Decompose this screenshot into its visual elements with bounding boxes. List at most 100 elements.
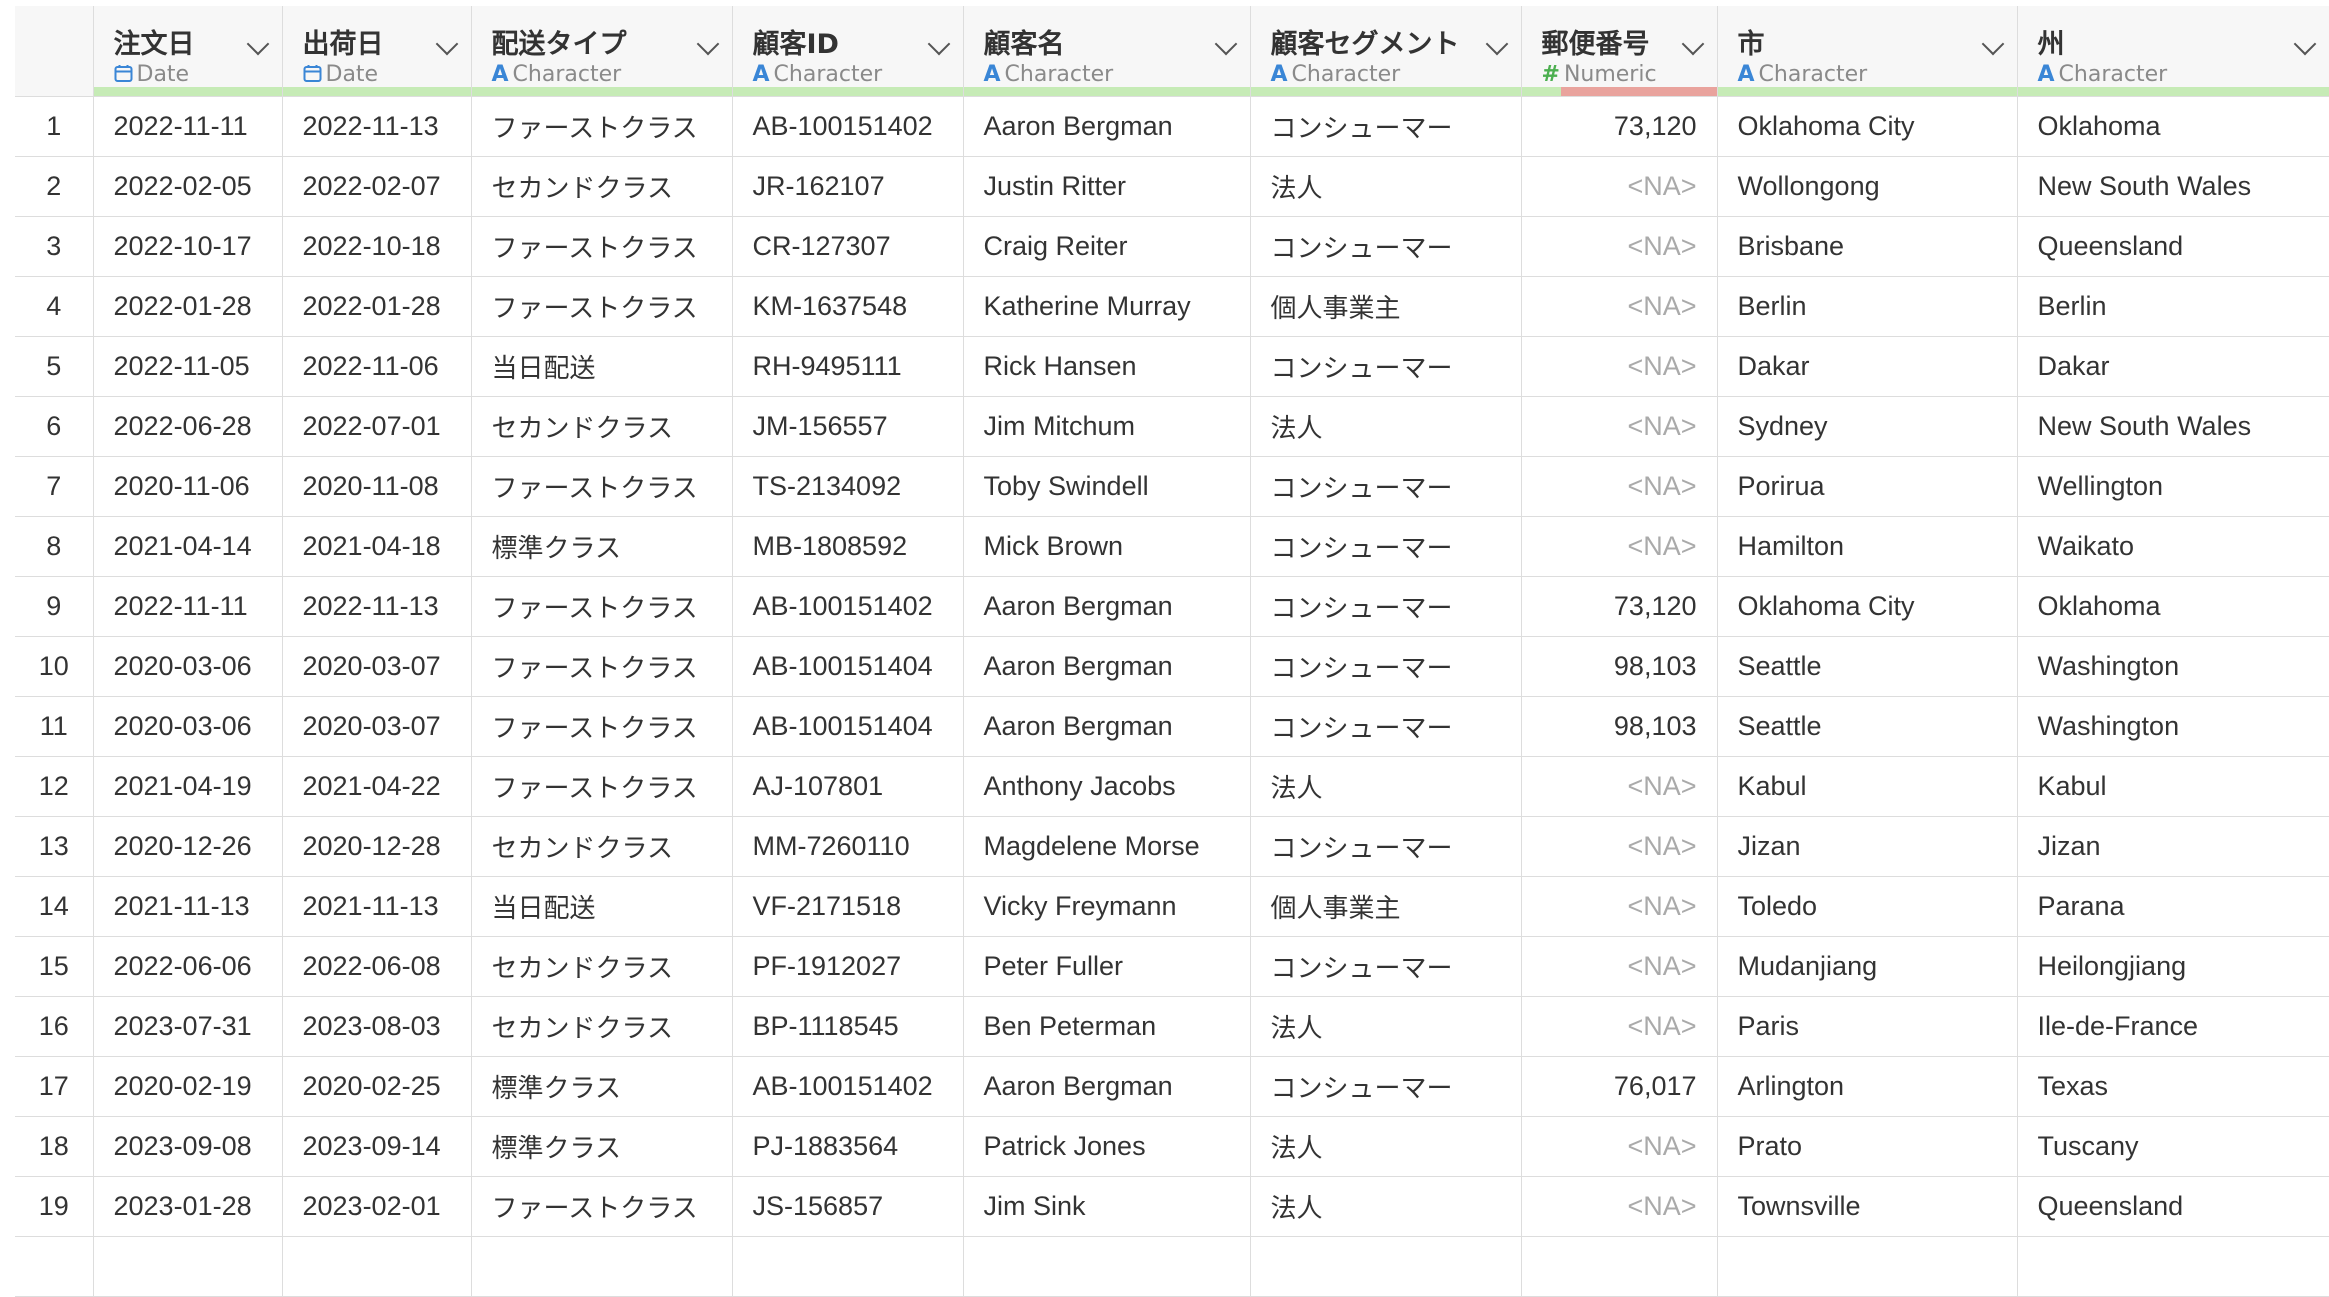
table-cell[interactable]: <NA> [1521, 996, 1718, 1057]
table-cell[interactable]: <NA> [1521, 1176, 1718, 1237]
table-cell[interactable]: 98,103 [1521, 696, 1718, 757]
table-row[interactable]: 6 2022-06-28 2022-07-01 セカンドクラス JM-156557 Jim… [15, 396, 2329, 457]
chevron-down-icon[interactable] [1981, 32, 2004, 56]
table-cell[interactable]: Queensland [2017, 1176, 2329, 1237]
table-cell[interactable]: MM-7260110 [732, 816, 964, 877]
table-row[interactable]: 13 2020-12-26 2020-12-28 セカンドクラス MM-7260110 M… [15, 816, 2329, 877]
table-cell[interactable]: Patrick Jones [963, 1116, 1251, 1177]
table-cell[interactable]: PF-1912027 [732, 936, 964, 997]
table-row[interactable]: 1 2022-11-11 2022-11-13 ファーストクラス AB-10015140… [15, 96, 2329, 157]
table-cell[interactable] [732, 1236, 964, 1297]
table-cell[interactable]: 2022-01-28 [282, 276, 472, 337]
table-cell[interactable]: Hamilton [1717, 516, 2018, 577]
table-cell[interactable]: 2022-11-11 [93, 96, 283, 157]
table-cell[interactable]: Magdelene Morse [963, 816, 1251, 877]
table-row[interactable]: 8 2021-04-14 2021-04-18 標準クラス MB-1808592 Mick… [15, 516, 2329, 577]
table-cell[interactable]: 73,120 [1521, 576, 1718, 637]
table-cell[interactable]: 2020-03-06 [93, 636, 283, 697]
table-cell[interactable]: 2023-09-14 [282, 1116, 472, 1177]
table-cell[interactable]: <NA> [1521, 1116, 1718, 1177]
table-cell[interactable]: 2022-06-08 [282, 936, 472, 997]
table-cell[interactable]: ファーストクラス [471, 276, 733, 337]
table-cell[interactable]: RH-9495111 [732, 336, 964, 397]
table-cell[interactable]: 2020-03-06 [93, 696, 283, 757]
table-cell[interactable]: VF-2171518 [732, 876, 964, 937]
table-cell[interactable]: 標準クラス [471, 516, 733, 577]
table-cell[interactable]: 2022-11-05 [93, 336, 283, 397]
table-cell[interactable]: Oklahoma [2017, 576, 2329, 637]
table-cell[interactable]: 2020-02-19 [93, 1056, 283, 1117]
chevron-down-icon[interactable] [1214, 32, 1237, 56]
table-cell[interactable]: <NA> [1521, 876, 1718, 937]
table-cell[interactable]: Toby Swindell [963, 456, 1251, 517]
table-row[interactable]: 3 2022-10-17 2022-10-18 ファーストクラス CR-127307 Cr… [15, 216, 2329, 277]
table-cell[interactable]: 2023-01-28 [93, 1176, 283, 1237]
table-cell[interactable]: Katherine Murray [963, 276, 1251, 337]
table-cell[interactable] [2017, 1236, 2329, 1297]
table-cell[interactable]: ファーストクラス [471, 636, 733, 697]
table-cell[interactable]: AB-100151404 [732, 696, 964, 757]
table-cell[interactable] [1717, 1236, 2018, 1297]
table-cell[interactable]: KM-1637548 [732, 276, 964, 337]
table-cell[interactable]: 当日配送 [471, 876, 733, 937]
table-cell[interactable]: Rick Hansen [963, 336, 1251, 397]
table-cell[interactable]: コンシューマー [1250, 816, 1522, 877]
table-cell[interactable]: Peter Fuller [963, 936, 1251, 997]
table-cell[interactable]: 2022-01-28 [93, 276, 283, 337]
table-row[interactable]: 17 2020-02-19 2020-02-25 標準クラス AB-100151402 A… [15, 1056, 2329, 1117]
table-cell[interactable]: 2023-08-03 [282, 996, 472, 1057]
table-cell[interactable]: <NA> [1521, 516, 1718, 577]
table-row[interactable]: 16 2023-07-31 2023-08-03 セカンドクラス BP-1118545 B… [15, 996, 2329, 1057]
table-cell[interactable]: コンシューマー [1250, 216, 1522, 277]
table-cell[interactable]: Seattle [1717, 696, 2018, 757]
table-cell[interactable]: 法人 [1250, 1176, 1522, 1237]
table-cell[interactable]: Parana [2017, 876, 2329, 937]
table-cell[interactable]: Heilongjiang [2017, 936, 2329, 997]
table-cell[interactable]: Mudanjiang [1717, 936, 2018, 997]
table-row[interactable]: 15 2022-06-06 2022-06-08 セカンドクラス PF-1912027 P… [15, 936, 2329, 997]
column-header[interactable]: 配送タイプ A Character [471, 6, 733, 97]
chevron-down-icon[interactable] [927, 32, 950, 56]
table-cell[interactable]: <NA> [1521, 336, 1718, 397]
table-cell[interactable] [282, 1236, 472, 1297]
table-cell[interactable]: 標準クラス [471, 1056, 733, 1117]
table-cell[interactable]: コンシューマー [1250, 696, 1522, 757]
table-cell[interactable]: ファーストクラス [471, 756, 733, 817]
chevron-down-icon[interactable] [1681, 32, 1704, 56]
table-cell[interactable]: Jim Mitchum [963, 396, 1251, 457]
table-cell[interactable]: ファーストクラス [471, 576, 733, 637]
table-cell[interactable]: <NA> [1521, 156, 1718, 217]
table-cell[interactable]: 2020-02-25 [282, 1056, 472, 1117]
table-cell[interactable]: 2021-04-14 [93, 516, 283, 577]
table-cell[interactable]: 2021-11-13 [93, 876, 283, 937]
table-cell[interactable]: 個人事業主 [1250, 876, 1522, 937]
table-cell[interactable]: JS-156857 [732, 1176, 964, 1237]
table-cell[interactable]: コンシューマー [1250, 636, 1522, 697]
table-cell[interactable]: Toledo [1717, 876, 2018, 937]
table-cell[interactable]: Waikato [2017, 516, 2329, 577]
table-cell[interactable]: New South Wales [2017, 156, 2329, 217]
table-cell[interactable]: Washington [2017, 696, 2329, 757]
table-row[interactable]: 9 2022-11-11 2022-11-13 ファーストクラス AB-10015140… [15, 576, 2329, 637]
table-cell[interactable]: Prato [1717, 1116, 2018, 1177]
table-cell[interactable]: Oklahoma [2017, 96, 2329, 157]
table-cell[interactable]: New South Wales [2017, 396, 2329, 457]
table-cell[interactable]: 2022-06-06 [93, 936, 283, 997]
table-cell[interactable]: 2022-02-05 [93, 156, 283, 217]
column-header[interactable]: 顧客セグメント A Character [1250, 6, 1522, 97]
table-cell[interactable]: Vicky Freymann [963, 876, 1251, 937]
table-cell[interactable]: Porirua [1717, 456, 2018, 517]
table-cell[interactable]: Kabul [2017, 756, 2329, 817]
table-cell[interactable]: 2023-07-31 [93, 996, 283, 1057]
table-cell[interactable]: 2020-11-06 [93, 456, 283, 517]
table-cell[interactable]: 2022-11-11 [93, 576, 283, 637]
table-cell[interactable]: 2020-12-26 [93, 816, 283, 877]
table-cell[interactable]: Washington [2017, 636, 2329, 697]
table-cell[interactable]: Townsville [1717, 1176, 2018, 1237]
table-cell[interactable]: 2021-04-19 [93, 756, 283, 817]
table-cell[interactable]: 標準クラス [471, 1116, 733, 1177]
table-cell[interactable]: 2020-11-08 [282, 456, 472, 517]
table-cell[interactable]: Craig Reiter [963, 216, 1251, 277]
table-row[interactable]: 5 2022-11-05 2022-11-06 当日配送 RH-9495111 Rick … [15, 336, 2329, 397]
table-row[interactable]: 10 2020-03-06 2020-03-07 ファーストクラス AB-1001514… [15, 636, 2329, 697]
